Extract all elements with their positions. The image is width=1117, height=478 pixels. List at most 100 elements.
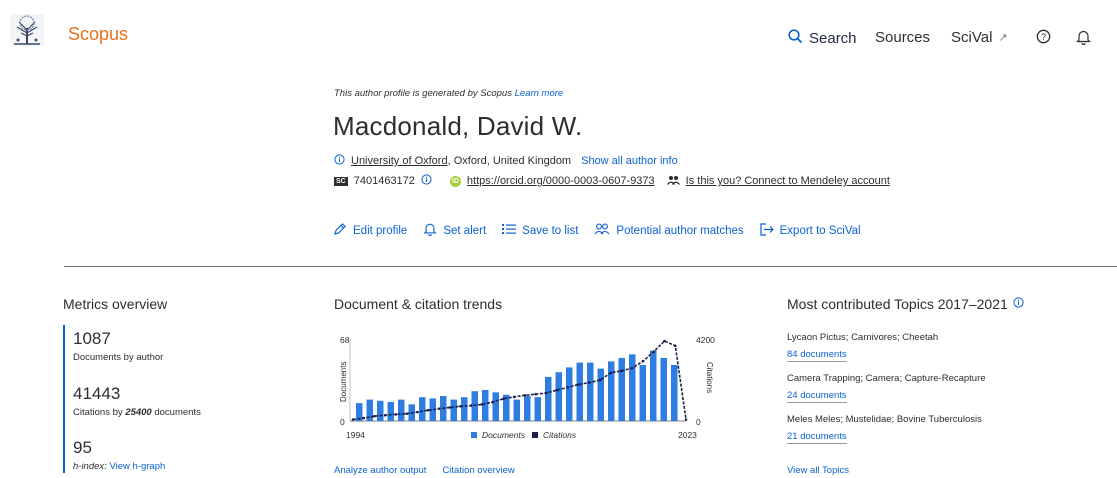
documents-bar	[524, 396, 531, 421]
topic-documents-link[interactable]: 24 documents	[787, 390, 847, 403]
citations-point	[416, 410, 419, 414]
scopus-id-info-icon[interactable]	[421, 174, 432, 188]
search-icon	[788, 29, 803, 48]
nav-scival-label: SciVal	[951, 29, 993, 46]
potential-author-matches-button[interactable]: Potential author matches	[594, 223, 744, 238]
nav-scival[interactable]: SciVal ↗	[951, 29, 1008, 46]
citations-point	[609, 371, 613, 375]
citations-point	[566, 386, 570, 389]
right-axis-title: Citations	[705, 362, 714, 393]
pencil-icon	[333, 222, 347, 239]
citations-point	[663, 339, 666, 343]
university-link[interactable]: University of Oxford	[351, 155, 448, 167]
documents-bar	[398, 399, 405, 421]
list-icon	[502, 223, 517, 238]
documents-bar	[461, 397, 468, 421]
topic-documents-link[interactable]: 21 documents	[787, 431, 847, 444]
citation-overview-link[interactable]: Citation overview	[442, 465, 514, 476]
export-to-scival-label: Export to SciVal	[779, 224, 861, 237]
citations-point	[534, 392, 537, 396]
help-button[interactable]: ?	[1036, 29, 1051, 48]
scopus-id-badge: SC	[334, 176, 348, 186]
mendeley-connect-link[interactable]: Is this you? Connect to Mendeley account	[686, 175, 890, 187]
view-all-topics-link[interactable]: View all Topics	[787, 465, 849, 476]
right-axis-min-label: 0	[696, 417, 701, 427]
nav-search-label: Search	[809, 30, 857, 47]
citations-point	[437, 407, 441, 410]
nav-sources[interactable]: Sources	[875, 29, 930, 46]
notifications-button[interactable]	[1076, 29, 1091, 49]
affiliation-row: University of Oxford, Oxford, United Kin…	[334, 154, 678, 168]
documents-bar	[471, 391, 478, 421]
svg-text:?: ?	[1041, 32, 1046, 42]
documents-bar	[618, 357, 625, 421]
documents-bar	[513, 399, 520, 421]
documents-bar	[387, 401, 394, 421]
help-icon: ?	[1036, 29, 1051, 48]
profile-actions: Edit profile Set alert Save to list Pote…	[333, 222, 877, 239]
citations-point	[394, 413, 398, 416]
topics-title-text: Most contributed Topics 2017–2021	[787, 296, 1008, 312]
show-all-author-info-link[interactable]: Show all author info	[581, 155, 678, 167]
document-citation-chart: 680420001994 2023Documents CitationsDocume…	[339, 335, 715, 440]
right-axis-max-label: 4200	[696, 335, 715, 345]
topic-documents-link[interactable]: 84 documents	[787, 349, 847, 362]
citations-point	[555, 388, 559, 392]
citations-point	[684, 418, 688, 421]
topic-name: Lycaon Pictus; Carnivores; Cheetah	[787, 332, 939, 343]
export-icon	[760, 222, 774, 239]
profile-note: This author profile is generated by Scop…	[334, 88, 563, 99]
chart-links: Analyze author output Citation overview	[334, 465, 515, 476]
documents-bar	[650, 350, 657, 421]
h-index-value: 95	[73, 438, 92, 457]
citations-point	[405, 412, 408, 415]
export-to-scival-button[interactable]: Export to SciVal	[760, 222, 861, 239]
bell-icon	[423, 222, 437, 239]
citations-point	[426, 408, 430, 412]
legend-citations-swatch	[532, 432, 538, 438]
topic-item: Camera Trapping; Camera; Capture-Recaptu…	[787, 373, 986, 403]
save-to-list-label: Save to list	[522, 224, 579, 237]
citations-point	[373, 414, 376, 418]
potential-author-matches-label: Potential author matches	[616, 224, 744, 237]
legend-documents-swatch	[471, 432, 477, 438]
citations-point	[577, 383, 580, 386]
mendeley-icon	[666, 175, 680, 188]
metrics-accent-bar	[63, 325, 65, 473]
scopus-id: 7401463172	[353, 175, 415, 187]
documents-bar	[492, 392, 499, 421]
left-axis-min-label: 0	[340, 417, 345, 427]
info-icon[interactable]	[1013, 297, 1024, 311]
topic-item: Meles Meles; Mustelidae; Bovine Tubercul…	[787, 414, 982, 444]
identifiers-row: SC 7401463172 iD https://orcid.org/0000-…	[334, 174, 890, 188]
analyze-author-output-link[interactable]: Analyze author output	[334, 465, 426, 476]
orcid-link[interactable]: https://orcid.org/0000-0003-0607-9373	[467, 175, 655, 187]
edit-profile-button[interactable]: Edit profile	[333, 222, 407, 239]
documents-bar	[597, 368, 604, 421]
documents-label: Documents by author	[73, 352, 164, 363]
citations-point	[620, 369, 623, 373]
citations-count: 41443	[73, 384, 121, 403]
nav-search[interactable]: Search	[788, 29, 857, 48]
bell-icon	[1076, 29, 1091, 49]
learn-more-link[interactable]: Learn more	[515, 88, 564, 99]
citations-point	[512, 395, 516, 399]
save-to-list-button[interactable]: Save to list	[502, 223, 578, 238]
citations-point	[491, 400, 494, 404]
set-alert-button[interactable]: Set alert	[423, 222, 486, 239]
author-name: Macdonald, David W.	[333, 111, 583, 141]
citations-point	[502, 397, 505, 401]
citations-point	[641, 359, 645, 363]
citations-point	[652, 350, 656, 353]
documents-bar	[629, 354, 636, 421]
external-link-icon: ↗	[998, 32, 1008, 44]
documents-bar	[671, 365, 678, 421]
documents-bar	[576, 362, 583, 421]
citations-point	[631, 366, 634, 370]
left-axis-title: Documents	[339, 362, 348, 402]
edit-profile-label: Edit profile	[353, 224, 408, 237]
citations-point	[598, 378, 602, 382]
view-h-graph-link[interactable]: View h-graph	[109, 461, 165, 472]
metrics-overview-title: Metrics overview	[63, 296, 168, 312]
documents-bar	[639, 365, 646, 421]
